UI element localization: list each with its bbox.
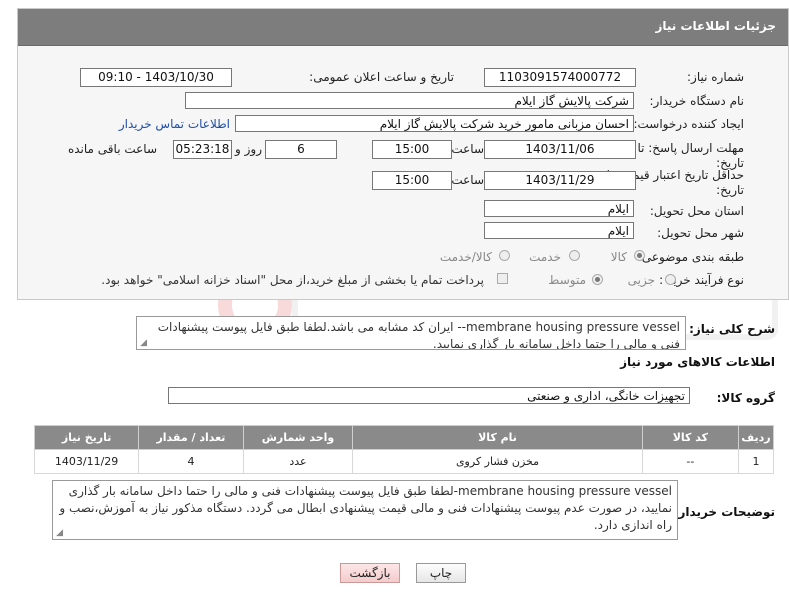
- buyer-notes-textarea[interactable]: membrane housing pressure vessel-لطفا طب…: [52, 480, 678, 540]
- province-label: استان محل تحویل:: [649, 204, 744, 218]
- description-textarea[interactable]: membrane housing pressure vessel-- ایران…: [136, 316, 686, 350]
- process-radio-medium[interactable]: [592, 274, 603, 285]
- cell-item-code: --: [641, 449, 740, 474]
- buyer-org-label: نام دستگاه خریدار:: [649, 94, 745, 108]
- goods-info-title: اطلاعات کالاهای مورد نیاز: [620, 355, 775, 369]
- province-field: ایلام: [484, 200, 634, 217]
- print-button[interactable]: چاپ: [416, 563, 466, 583]
- creator-field: احسان مزبانی مامور خرید شرکت پالایش گاز …: [235, 115, 634, 132]
- deadline-time-label: ساعت: [451, 142, 484, 156]
- process-option-medium: متوسط: [548, 273, 586, 287]
- deadline-time-field: 15:00: [372, 140, 452, 159]
- description-text: membrane housing pressure vessel-- ایران…: [157, 320, 680, 350]
- cell-item-name: مخزن فشار کروی: [352, 449, 643, 474]
- price-validity-time-label: ساعت: [451, 173, 484, 187]
- items-table-header: ردیف کد کالا نام کالا واحد شمارش تعداد /…: [33, 425, 774, 450]
- days-field: 6: [265, 140, 337, 159]
- price-validity-time-field: 15:00: [372, 171, 452, 190]
- buyer-contact-link[interactable]: اطلاعات تماس خریدار: [119, 117, 230, 131]
- process-radio-minor[interactable]: [665, 274, 676, 285]
- category-radio-service[interactable]: [569, 250, 580, 261]
- col-row-number: ردیف: [738, 425, 774, 450]
- treasury-payment-note: پرداخت تمام یا بخشی از مبلغ خرید،از محل …: [101, 273, 484, 287]
- category-option-goods-service: کالا/خدمت: [439, 250, 492, 264]
- items-table: ردیف کد کالا نام کالا واحد شمارش تعداد /…: [33, 425, 774, 474]
- days-and-label: روز و: [235, 142, 262, 156]
- deadline-label: مهلت ارسال پاسخ: تا تاریخ:: [637, 141, 744, 170]
- process-option-minor: جزیی: [627, 273, 655, 287]
- col-quantity: تعداد / مقدار: [138, 425, 244, 450]
- category-radio-goods[interactable]: [634, 250, 645, 261]
- resize-grip-icon[interactable]: ◢: [139, 339, 147, 348]
- table-row: 1 -- مخزن فشار کروی عدد 4 1403/11/29: [33, 449, 774, 474]
- resize-grip-icon[interactable]: ◢: [55, 529, 63, 538]
- city-label: شهر محل تحویل:: [657, 226, 744, 240]
- category-label: طبقه بندی موضوعی:: [637, 250, 744, 264]
- buyer-notes-text: membrane housing pressure vessel-لطفا طب…: [59, 484, 672, 532]
- deadline-date-field: 1403/11/06: [484, 140, 636, 159]
- price-validity-date-field: 1403/11/29: [484, 171, 636, 190]
- category-option-goods: کالا: [610, 250, 627, 264]
- announce-field: 1403/10/30 - 09:10: [80, 68, 232, 87]
- col-unit: واحد شمارش: [242, 425, 354, 450]
- back-button[interactable]: بازگشت: [340, 563, 400, 583]
- description-label: شرح کلی نیاز:: [689, 322, 775, 336]
- goods-group-label: گروه کالا:: [716, 391, 775, 405]
- panel-title: جزئیات اطلاعات نیاز: [655, 19, 776, 33]
- remaining-time-field: 05:23:18: [173, 140, 232, 159]
- col-need-date: تاریخ نیاز: [33, 425, 140, 450]
- treasury-payment-checkbox[interactable]: [497, 273, 508, 284]
- need-number-field: 1103091574000772: [484, 68, 636, 87]
- category-radio-goods-service[interactable]: [499, 250, 510, 261]
- city-field: ایلام: [484, 222, 634, 239]
- buyer-org-field: شرکت پالایش گاز ایلام: [185, 92, 634, 109]
- cell-row-number: 1: [738, 449, 774, 474]
- buyer-notes-label: توضیحات خریدار:: [673, 505, 775, 519]
- cell-unit: عدد: [242, 449, 354, 474]
- col-item-code: کد کالا: [641, 425, 740, 450]
- creator-label: ایجاد کننده درخواست:: [633, 117, 744, 131]
- announce-label: تاریخ و ساعت اعلان عمومی:: [309, 70, 454, 84]
- panel-header: جزئیات اطلاعات نیاز: [18, 9, 788, 46]
- need-number-label: شماره نیاز:: [687, 70, 744, 84]
- goods-group-field: تجهیزات خانگی، اداری و صنعتی: [168, 387, 690, 404]
- col-item-name: نام کالا: [352, 425, 643, 450]
- cell-need-date: 1403/11/29: [33, 449, 140, 474]
- category-option-service: خدمت: [529, 250, 561, 264]
- remaining-label: ساعت باقی مانده: [67, 142, 157, 156]
- cell-quantity: 4: [138, 449, 244, 474]
